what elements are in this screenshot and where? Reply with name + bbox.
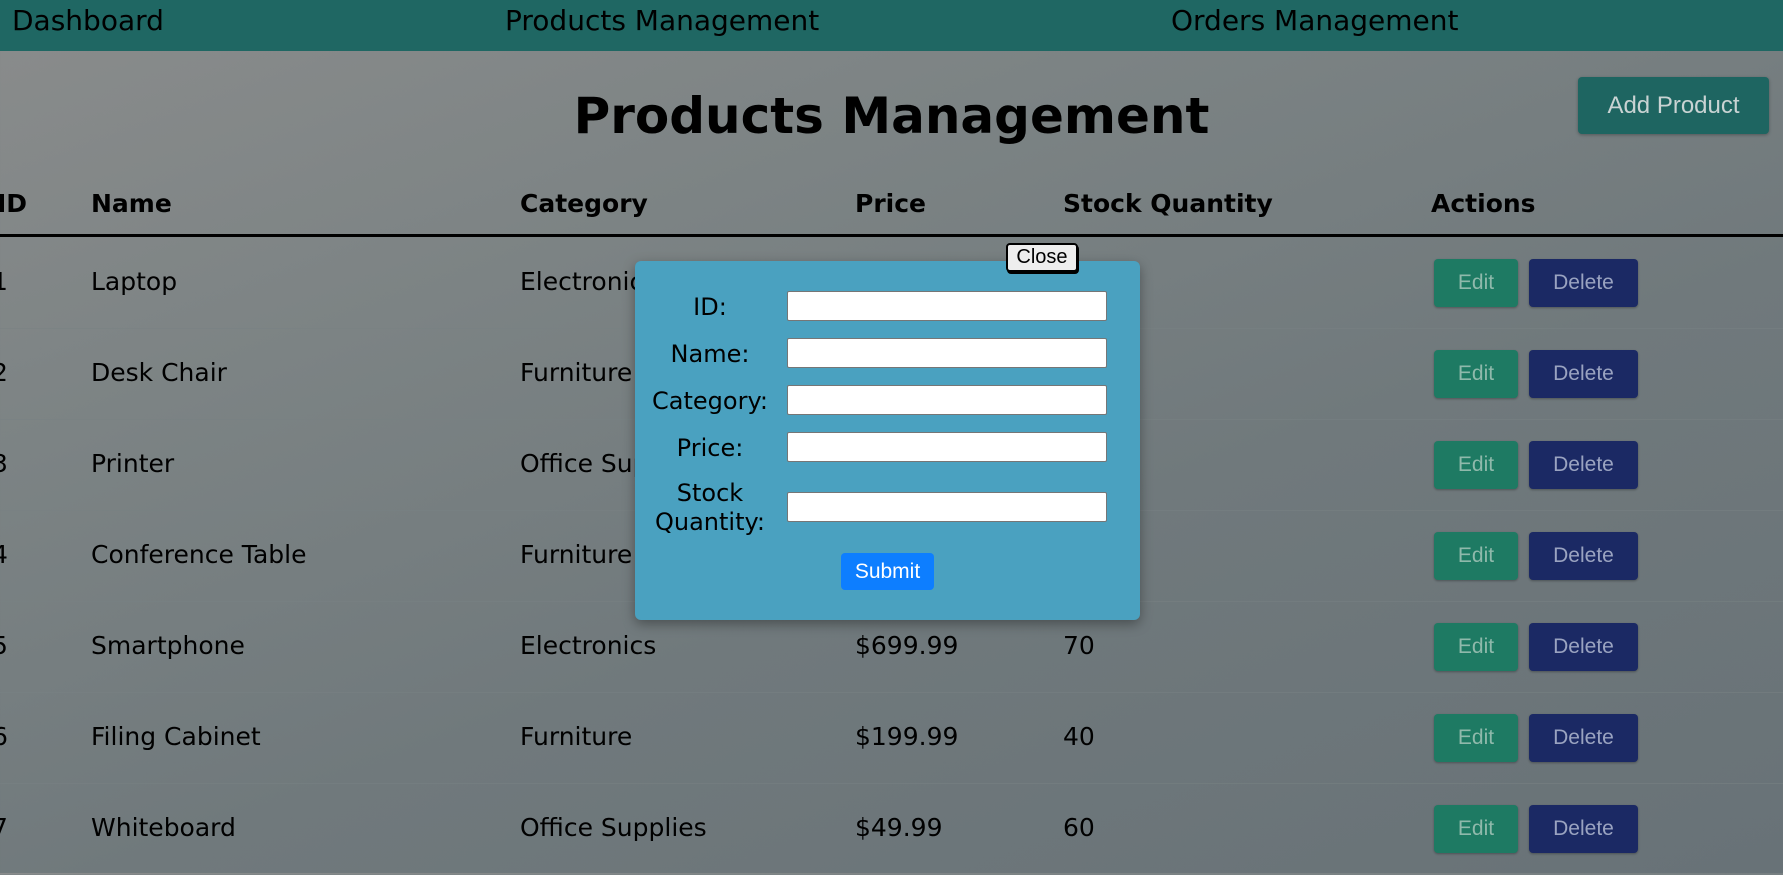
header-actions: Actions <box>1431 189 1536 218</box>
delete-button[interactable]: Delete <box>1529 623 1638 671</box>
cell-category: Electronics <box>520 631 657 660</box>
name-input[interactable] <box>787 338 1107 368</box>
header-price: Price <box>855 189 926 218</box>
cell-name: Printer <box>91 449 175 478</box>
delete-button[interactable]: Delete <box>1529 805 1638 853</box>
edit-button[interactable]: Edit <box>1434 350 1518 398</box>
cell-price: $49.99 <box>855 813 943 842</box>
delete-button[interactable]: Delete <box>1529 532 1638 580</box>
page-title: Products Management <box>573 87 1210 145</box>
cell-stock: 70 <box>1063 631 1095 660</box>
cell-category: Furniture <box>520 722 633 751</box>
nav-link-dashboard[interactable]: Dashboard <box>12 4 164 38</box>
top-nav: Dashboard Products Management Orders Man… <box>0 0 1783 51</box>
close-modal-button[interactable]: Close <box>1006 243 1078 272</box>
cell-category: Furniture <box>520 540 633 569</box>
cell-name: Laptop <box>91 267 178 296</box>
id-input[interactable] <box>787 291 1107 321</box>
submit-button[interactable]: Submit <box>841 553 934 590</box>
cell-name: Smartphone <box>91 631 245 660</box>
cell-stock: 40 <box>1063 722 1095 751</box>
category-input[interactable] <box>787 385 1107 415</box>
cell-category: Furniture <box>520 358 633 387</box>
edit-button[interactable]: Edit <box>1434 714 1518 762</box>
cell-id: 7 <box>0 813 8 843</box>
cell-id: 1 <box>0 267 8 297</box>
cell-stock: 60 <box>1063 813 1095 842</box>
header-id: ID <box>0 189 28 218</box>
delete-button[interactable]: Delete <box>1529 350 1638 398</box>
cell-category: Office Supplies <box>520 813 707 842</box>
edit-button[interactable]: Edit <box>1434 441 1518 489</box>
delete-button[interactable]: Delete <box>1529 714 1638 762</box>
edit-button[interactable]: Edit <box>1434 532 1518 580</box>
cell-name: Desk Chair <box>91 358 227 387</box>
cell-price: $699.99 <box>855 631 959 660</box>
header-category: Category <box>520 189 648 218</box>
stock-quantity-input[interactable] <box>787 492 1107 522</box>
price-label: Price: <box>676 434 744 462</box>
price-input[interactable] <box>787 432 1107 462</box>
cell-name: Conference Table <box>91 540 307 569</box>
delete-button[interactable]: Delete <box>1529 441 1638 489</box>
add-product-button[interactable]: Add Product <box>1578 77 1769 134</box>
table-row: 6 Filing Cabinet Furniture $199.99 40 Ed… <box>0 692 1783 784</box>
cell-name: Filing Cabinet <box>91 722 261 751</box>
nav-link-products[interactable]: Products Management <box>505 4 819 38</box>
cell-id: 5 <box>0 631 8 661</box>
table-row: 7 Whiteboard Office Supplies $49.99 60 E… <box>0 783 1783 875</box>
header-name: Name <box>91 189 172 218</box>
edit-button[interactable]: Edit <box>1434 259 1518 307</box>
add-product-modal: ID: Name: Category: Price: Stock Quantit… <box>635 261 1140 620</box>
delete-button[interactable]: Delete <box>1529 259 1638 307</box>
stock-quantity-label: Stock Quantity: <box>654 479 766 536</box>
header-stock-quantity: Stock Quantity <box>1063 189 1273 218</box>
nav-link-orders[interactable]: Orders Management <box>1171 4 1459 38</box>
cell-id: 2 <box>0 358 8 388</box>
cell-price: $199.99 <box>855 722 959 751</box>
name-label: Name: <box>670 340 750 368</box>
cell-id: 6 <box>0 722 8 752</box>
edit-button[interactable]: Edit <box>1434 623 1518 671</box>
edit-button[interactable]: Edit <box>1434 805 1518 853</box>
category-label: Category: <box>652 387 768 415</box>
cell-id: 4 <box>0 540 8 570</box>
cell-name: Whiteboard <box>91 813 236 842</box>
id-label: ID: <box>693 293 727 321</box>
cell-id: 3 <box>0 449 8 479</box>
